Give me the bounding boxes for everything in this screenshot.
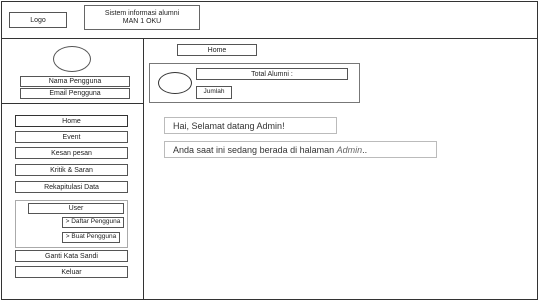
stat-value: Jumlah (196, 86, 232, 99)
profile-name-label: Nama Pengguna (48, 78, 102, 85)
sidebar-item-kesan-pesan-label: Kesan pesan (51, 149, 92, 157)
logo: Logo (9, 12, 67, 28)
logo-label: Logo (30, 16, 46, 24)
profile-email: Email Pengguna (20, 88, 130, 99)
info-prefix: Anda saat ini sedang berada di halaman (173, 144, 337, 155)
breadcrumb-label: Home (207, 46, 227, 54)
info-page-name: Admin (336, 144, 363, 155)
profile-name: Nama Pengguna (20, 76, 130, 87)
app-title-line1: Sistem informasi alumni (104, 10, 180, 17)
sidebar-item-keluar[interactable]: Keluar (15, 266, 128, 278)
stat-icon (158, 72, 192, 94)
sidebar-item-home[interactable]: Home (15, 115, 128, 127)
profile-divider (1, 103, 144, 104)
keluar-label: Keluar (61, 268, 82, 276)
stat-title: Total Alumni : (196, 68, 348, 80)
sidebar-item-rekapitulasi[interactable]: Rekapitulasi Data (15, 181, 128, 193)
sidebar-item-kritik-saran-label: Kritik & Saran (50, 166, 93, 174)
breadcrumb-home[interactable]: Home (177, 44, 257, 56)
greeting-text: Hai, Selamat datang Admin! (173, 120, 285, 131)
sidebar-item-home-label: Home (62, 117, 81, 125)
info-message: Anda saat ini sedang berada di halaman A… (164, 141, 437, 158)
sidebar-subitem-buat-pengguna[interactable]: > Buat Pengguna (62, 232, 120, 243)
sidebar-divider (143, 38, 144, 300)
stat-value-label: Jumlah (203, 88, 225, 96)
sidebar-item-rekapitulasi-label: Rekapitulasi Data (44, 183, 99, 191)
sidebar-item-user[interactable]: User (28, 203, 124, 214)
daftar-pengguna-label: > Daftar Pengguna (65, 218, 121, 226)
info-suffix: .. (362, 144, 368, 155)
ganti-kata-sandi-label: Ganti Kata Sandi (45, 252, 98, 260)
stat-title-label: Total Alumni : (251, 70, 293, 78)
sidebar-subitem-daftar-pengguna[interactable]: > Daftar Pengguna (62, 217, 124, 228)
app-title-line2: MAN 1 OKU (122, 18, 162, 25)
sidebar-item-user-label: User (68, 205, 84, 212)
info-text: Anda saat ini sedang berada di halaman A… (173, 145, 367, 155)
profile-email-label: Email Pengguna (49, 90, 101, 97)
sidebar-item-event[interactable]: Event (15, 131, 128, 143)
header-divider (1, 38, 538, 39)
buat-pengguna-label: > Buat Pengguna (65, 233, 117, 241)
app-title: Sistem informasi alumni MAN 1 OKU (84, 5, 200, 30)
sidebar-item-ganti-kata-sandi[interactable]: Ganti Kata Sandi (15, 250, 128, 262)
sidebar-item-event-label: Event (62, 133, 81, 141)
sidebar-item-kritik-saran[interactable]: Kritik & Saran (15, 164, 128, 176)
sidebar-item-kesan-pesan[interactable]: Kesan pesan (15, 147, 128, 159)
avatar (53, 46, 91, 72)
greeting-message: Hai, Selamat datang Admin! (164, 117, 337, 134)
